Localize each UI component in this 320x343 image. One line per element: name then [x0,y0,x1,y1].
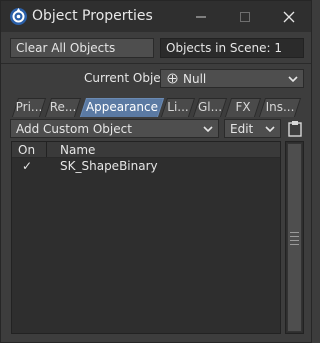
close-button[interactable] [267,1,311,32]
tab-appearance[interactable]: Appearance [79,98,165,117]
maximize-button[interactable] [223,1,267,32]
add-custom-object-select[interactable]: Add Custom Object [10,119,219,138]
tab-label: Appearance [85,100,159,114]
object-properties-window: Object Properties Clear All Objects Obje… [0,0,312,343]
close-icon [283,11,295,22]
tab-instances[interactable]: Ins... [258,98,302,117]
grip-line [290,236,299,237]
maximize-icon [240,11,250,22]
chevron-down-icon [265,125,275,132]
current-object-value: Null [183,71,207,86]
list-scrollbar[interactable] [285,141,304,334]
divider [1,63,311,64]
tab-label: Li... [167,100,189,114]
grip-line [290,240,299,241]
list-row[interactable]: ✓ SK_ShapeBinary [12,158,280,174]
list-header: On Name [12,142,280,158]
minimize-icon [196,16,206,17]
objects-in-scene-readout: Objects in Scene: 1 [160,38,304,58]
null-object-icon [167,73,178,84]
column-header-on[interactable]: On [18,143,35,157]
clear-all-objects-button[interactable]: Clear All Objects [10,38,154,58]
tab-label: Gl... [197,100,223,114]
object-name: SK_ShapeBinary [60,159,158,173]
edit-select[interactable]: Edit [224,119,281,138]
tab-fx[interactable]: FX [224,98,262,117]
current-object-select[interactable]: Null [160,69,304,88]
custom-object-list: On Name ✓ SK_ShapeBinary [11,141,281,334]
minimize-button[interactable] [179,1,223,32]
tab-label: Pri... [15,100,43,114]
on-checkmark[interactable]: ✓ [22,159,32,173]
tab-global-illumination[interactable]: Gl... [192,98,228,117]
column-header-name[interactable]: Name [60,143,95,157]
tab-render[interactable]: Re... [44,98,82,117]
title-bar: Object Properties [1,1,311,32]
current-object-label: Current Object [84,71,172,85]
chevron-down-icon [288,75,298,82]
scrollbar-thumb[interactable] [287,143,302,332]
window-title: Object Properties [32,8,153,24]
chevron-down-icon [203,125,213,132]
clipboard-icon[interactable] [288,120,302,137]
tab-label: Re... [49,100,77,114]
tab-label: FX [235,100,251,114]
tab-label: Ins... [265,100,295,114]
tab-primitive[interactable]: Pri... [11,98,47,117]
edit-label: Edit [230,121,254,136]
tab-lights[interactable]: Li... [160,98,196,117]
grip-line [290,244,299,245]
app-logo-icon [10,8,27,25]
add-custom-object-label: Add Custom Object [16,121,132,136]
column-divider [46,142,47,157]
grip-line [290,232,299,233]
